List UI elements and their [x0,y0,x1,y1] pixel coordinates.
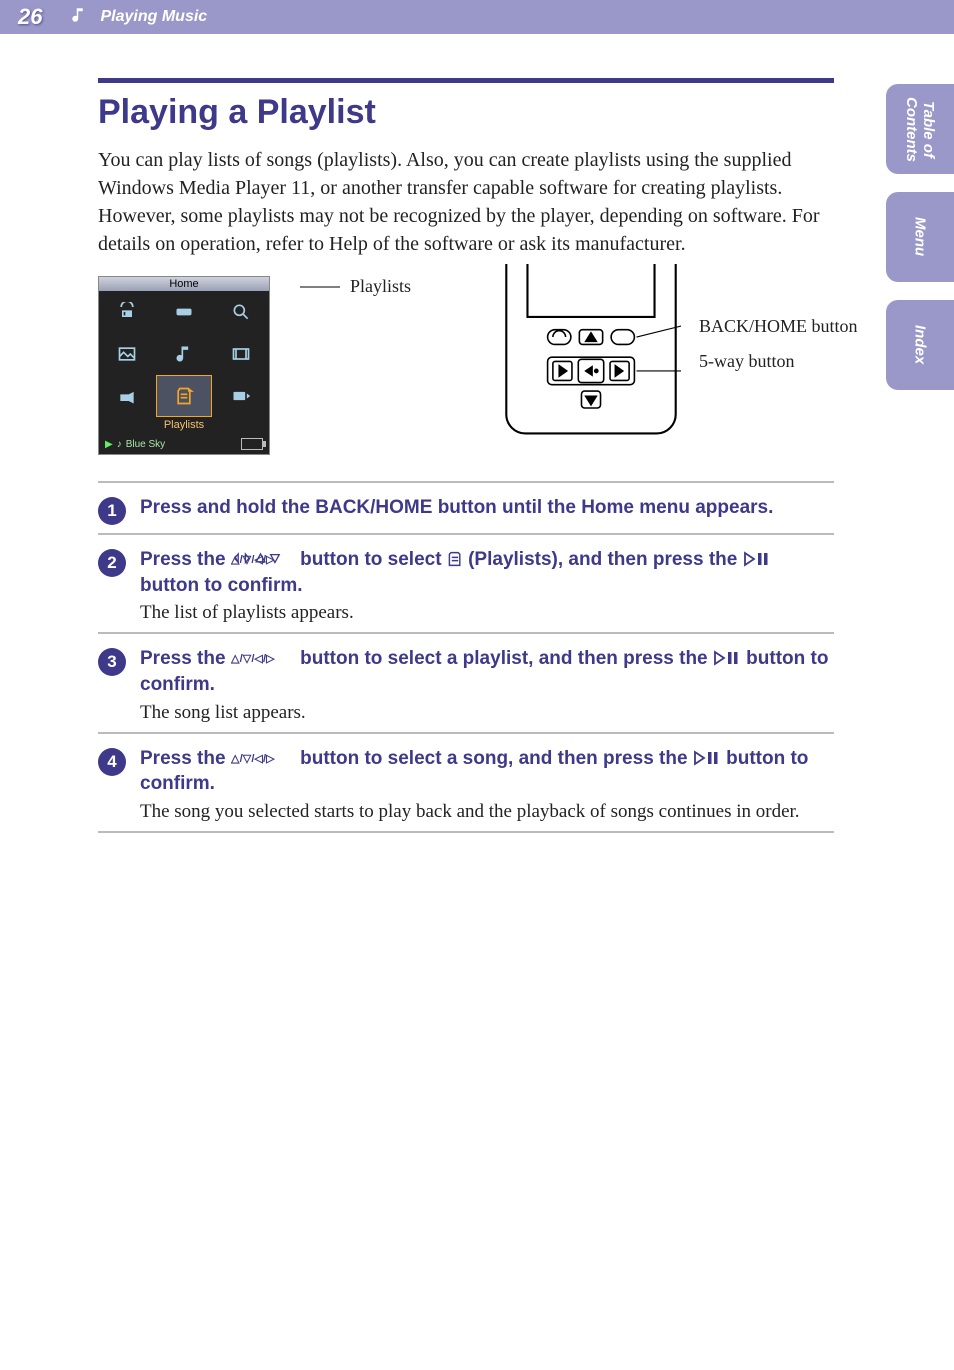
step-2-lead: Press the △/▽/◁/▷ button to select (Play… [140,547,834,598]
svg-text:△/▽/◁/▷: △/▽/◁/▷ [231,653,275,665]
screenshot-now-playing: ▶ ♪ Blue Sky [105,439,165,450]
device-outline-icon [501,264,681,444]
steps-list: 1 Press and hold the BACK/HOME button un… [98,481,834,833]
fm-radio-icon [99,291,156,333]
screenshot-callout-label: Playlists [350,276,411,297]
step-4-desc: The song you selected starts to play bac… [140,801,834,823]
tab-menu[interactable]: Menu [886,192,954,282]
step-3-badge: 3 [98,648,126,676]
callout-line-icon [300,283,340,291]
play-indicator-icon: ▶ [105,439,113,450]
screenshot-selected-label: Playlists [99,417,269,435]
step-2-desc: The list of playlists appears. [140,602,834,624]
page-title: Playing a Playlist [98,93,834,132]
tab-toc-line1: Table of [920,101,937,158]
tab-table-of-contents[interactable]: Table of Contents [886,84,954,174]
playlist-inline-icon [447,551,463,567]
tab-menu-label: Menu [912,217,929,256]
dpad-icon: △/▽/◁/▷ [231,650,295,666]
step-1: 1 Press and hold the BACK/HOME button un… [98,481,834,533]
step-2: 2 Press the △/▽/◁/▷ button to select (Pl… [98,533,834,632]
step-3-desc: The song list appears. [140,702,834,724]
dpad-icon: △/▽/◁/▷ [231,551,295,567]
now-playing-text: Blue Sky [126,439,165,450]
step-4-lead: Press the △/▽/◁/▷ button to select a son… [140,746,834,797]
step-3-lead: Press the △/▽/◁/▷ button to select a pla… [140,646,834,697]
play-pause-icon [713,650,741,666]
step-2-badge: 2 [98,549,126,577]
battery-icon [241,438,263,450]
tab-index[interactable]: Index [886,300,954,390]
step-4: 4 Press the △/▽/◁/▷ button to select a s… [98,732,834,833]
step-1-lead: Press and hold the BACK/HOME button unti… [140,495,834,521]
tab-toc-line2: Contents [903,97,920,162]
playlists-icon [156,375,213,417]
svg-text:△/▽/◁/▷: △/▽/◁/▷ [231,554,275,566]
five-way-callout: 5-way button [699,351,858,372]
page-header: 26 Playing Music [0,0,954,34]
side-tabs: Table of Contents Menu Index [886,84,954,390]
dpad-icon: △/▽/◁/▷ [231,750,295,766]
settings-icon [99,375,156,417]
photo-icon [99,333,156,375]
intelligent-shuffle-icon [156,291,213,333]
page-number: 26 [18,4,42,30]
initial-search-icon [212,291,269,333]
play-pause-icon [693,750,721,766]
device-screenshot: Home Playlists ▶ [98,276,270,455]
title-rule [98,78,834,83]
step-4-badge: 4 [98,748,126,776]
video-icon [212,333,269,375]
play-pause-icon [743,551,771,567]
music-note-icon [70,6,88,29]
svg-text:△/▽/◁/▷: △/▽/◁/▷ [231,753,275,765]
music-icon [156,333,213,375]
mini-note-icon: ♪ [117,439,122,450]
now-playing-icon [212,375,269,417]
step-3: 3 Press the △/▽/◁/▷ button to select a p… [98,632,834,731]
tab-index-label: Index [912,325,929,364]
back-home-callout: BACK/HOME button [699,316,858,337]
step-1-badge: 1 [98,497,126,525]
intro-paragraph: You can play lists of songs (playlists).… [98,146,834,258]
screenshot-title: Home [99,277,269,291]
section-title: Playing Music [100,8,207,26]
